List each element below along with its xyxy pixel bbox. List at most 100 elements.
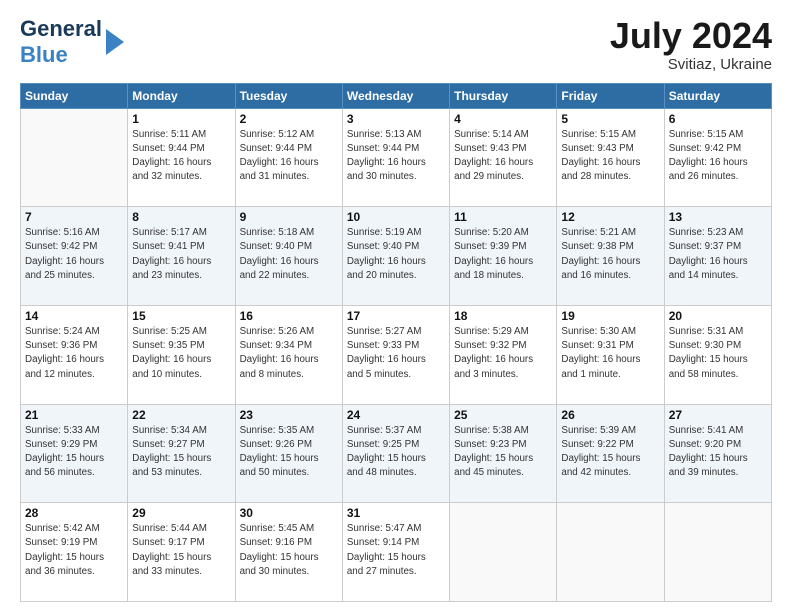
calendar-day-cell: 12Sunrise: 5:21 AM Sunset: 9:38 PM Dayli… [557, 207, 664, 306]
calendar-day-cell: 28 Sunrise: 5:42 AM Sunset: 9:19 PM Dayli… [21, 503, 128, 602]
day-number: 28 [25, 506, 123, 520]
day-info: Sunrise: 5:34 AM Sunset: 9:27 PM Dayligh… [132, 424, 230, 481]
calendar-week-row: 28 Sunrise: 5:42 AM Sunset: 9:19 PM Dayli… [21, 503, 772, 602]
page: General Blue July 2024 Svitiaz, Ukraine … [0, 0, 792, 612]
col-header-wednesday: Wednesday [342, 83, 449, 108]
logo-blue: Blue [20, 42, 68, 67]
col-header-saturday: Saturday [664, 83, 771, 108]
calendar-day-cell: 1Sunrise: 5:11 AM Sunset: 9:44 PM Daylig… [128, 108, 235, 207]
day-number: 25 [454, 408, 552, 422]
calendar-day-cell: 22Sunrise: 5:34 AM Sunset: 9:27 PM Dayli… [128, 404, 235, 503]
location-subtitle: Svitiaz, Ukraine [610, 56, 772, 73]
calendar-day-cell: 26Sunrise: 5:39 AM Sunset: 9:22 PM Dayli… [557, 404, 664, 503]
calendar-week-row: 7 Sunrise: 5:16 AM Sunset: 9:42 PM Daylig… [21, 207, 772, 306]
day-info: Sunrise: 5:29 AM Sunset: 9:32 PM Dayligh… [454, 325, 552, 382]
calendar-day-cell: 29Sunrise: 5:44 AM Sunset: 9:17 PM Dayli… [128, 503, 235, 602]
day-info: Sunrise: 5:24 AM Sunset: 9:36 PM Dayligh… [25, 325, 123, 382]
logo: General Blue [20, 16, 124, 68]
day-number: 27 [669, 408, 767, 422]
calendar-week-row: 21 Sunrise: 5:33 AM Sunset: 9:29 PM Dayli… [21, 404, 772, 503]
calendar-day-cell: 15Sunrise: 5:25 AM Sunset: 9:35 PM Dayli… [128, 305, 235, 404]
calendar-day-cell: 25 Sunrise: 5:38 AM Sunset: 9:23 PM Dayli… [450, 404, 557, 503]
day-info: Sunrise: 5:33 AM Sunset: 9:29 PM Dayligh… [25, 424, 123, 481]
day-number: 10 [347, 210, 445, 224]
day-number: 13 [669, 210, 767, 224]
day-info: Sunrise: 5:15 AM Sunset: 9:42 PM Dayligh… [669, 128, 767, 185]
day-number: 23 [240, 408, 338, 422]
day-number: 26 [561, 408, 659, 422]
day-info: Sunrise: 5:38 AM Sunset: 9:23 PM Dayligh… [454, 424, 552, 481]
calendar-day-cell: 13Sunrise: 5:23 AM Sunset: 9:37 PM Dayli… [664, 207, 771, 306]
day-number: 16 [240, 309, 338, 323]
calendar-day-cell: 14Sunrise: 5:24 AM Sunset: 9:36 PM Dayli… [21, 305, 128, 404]
day-info: Sunrise: 5:41 AM Sunset: 9:20 PM Dayligh… [669, 424, 767, 481]
day-info: Sunrise: 5:31 AM Sunset: 9:30 PM Dayligh… [669, 325, 767, 382]
calendar-day-cell [450, 503, 557, 602]
col-header-tuesday: Tuesday [235, 83, 342, 108]
col-header-sunday: Sunday [21, 83, 128, 108]
calendar-day-cell: 5 Sunrise: 5:15 AM Sunset: 9:43 PM Daylig… [557, 108, 664, 207]
month-year-title: July 2024 [610, 16, 772, 56]
day-number: 9 [240, 210, 338, 224]
calendar-day-cell: 21 Sunrise: 5:33 AM Sunset: 9:29 PM Dayli… [21, 404, 128, 503]
calendar-table: SundayMondayTuesdayWednesdayThursdayFrid… [20, 83, 772, 602]
calendar-day-cell: 27 Sunrise: 5:41 AM Sunset: 9:20 PM Dayli… [664, 404, 771, 503]
day-number: 19 [561, 309, 659, 323]
day-number: 5 [561, 112, 659, 126]
header: General Blue July 2024 Svitiaz, Ukraine [20, 16, 772, 73]
calendar-week-row: 1Sunrise: 5:11 AM Sunset: 9:44 PM Daylig… [21, 108, 772, 207]
day-number: 8 [132, 210, 230, 224]
calendar-day-cell: 11 Sunrise: 5:20 AM Sunset: 9:39 PM Dayli… [450, 207, 557, 306]
day-info: Sunrise: 5:15 AM Sunset: 9:43 PM Dayligh… [561, 128, 659, 185]
calendar-day-cell: 23Sunrise: 5:35 AM Sunset: 9:26 PM Dayli… [235, 404, 342, 503]
day-info: Sunrise: 5:45 AM Sunset: 9:16 PM Dayligh… [240, 522, 338, 579]
day-info: Sunrise: 5:19 AM Sunset: 9:40 PM Dayligh… [347, 226, 445, 283]
day-number: 6 [669, 112, 767, 126]
day-info: Sunrise: 5:16 AM Sunset: 9:42 PM Dayligh… [25, 226, 123, 283]
calendar-day-cell [557, 503, 664, 602]
day-info: Sunrise: 5:47 AM Sunset: 9:14 PM Dayligh… [347, 522, 445, 579]
day-info: Sunrise: 5:30 AM Sunset: 9:31 PM Dayligh… [561, 325, 659, 382]
calendar-day-cell: 19 Sunrise: 5:30 AM Sunset: 9:31 PM Dayli… [557, 305, 664, 404]
day-info: Sunrise: 5:11 AM Sunset: 9:44 PM Dayligh… [132, 128, 230, 185]
logo-general: General [20, 16, 102, 41]
calendar-day-cell: 7 Sunrise: 5:16 AM Sunset: 9:42 PM Daylig… [21, 207, 128, 306]
calendar-day-cell: 4Sunrise: 5:14 AM Sunset: 9:43 PM Daylig… [450, 108, 557, 207]
calendar-header-row: SundayMondayTuesdayWednesdayThursdayFrid… [21, 83, 772, 108]
calendar-day-cell: 17Sunrise: 5:27 AM Sunset: 9:33 PM Dayli… [342, 305, 449, 404]
calendar-day-cell: 24Sunrise: 5:37 AM Sunset: 9:25 PM Dayli… [342, 404, 449, 503]
day-number: 17 [347, 309, 445, 323]
calendar-day-cell: 2 Sunrise: 5:12 AM Sunset: 9:44 PM Daylig… [235, 108, 342, 207]
day-number: 31 [347, 506, 445, 520]
col-header-thursday: Thursday [450, 83, 557, 108]
day-info: Sunrise: 5:37 AM Sunset: 9:25 PM Dayligh… [347, 424, 445, 481]
day-info: Sunrise: 5:18 AM Sunset: 9:40 PM Dayligh… [240, 226, 338, 283]
calendar-day-cell: 30 Sunrise: 5:45 AM Sunset: 9:16 PM Dayli… [235, 503, 342, 602]
day-number: 21 [25, 408, 123, 422]
day-number: 7 [25, 210, 123, 224]
day-number: 2 [240, 112, 338, 126]
day-info: Sunrise: 5:17 AM Sunset: 9:41 PM Dayligh… [132, 226, 230, 283]
day-number: 20 [669, 309, 767, 323]
day-number: 29 [132, 506, 230, 520]
calendar-day-cell: 8 Sunrise: 5:17 AM Sunset: 9:41 PM Daylig… [128, 207, 235, 306]
calendar-day-cell: 20 Sunrise: 5:31 AM Sunset: 9:30 PM Dayli… [664, 305, 771, 404]
day-info: Sunrise: 5:25 AM Sunset: 9:35 PM Dayligh… [132, 325, 230, 382]
day-info: Sunrise: 5:42 AM Sunset: 9:19 PM Dayligh… [25, 522, 123, 579]
calendar-day-cell [21, 108, 128, 207]
calendar-day-cell: 31 Sunrise: 5:47 AM Sunset: 9:14 PM Dayli… [342, 503, 449, 602]
calendar-day-cell: 9 Sunrise: 5:18 AM Sunset: 9:40 PM Daylig… [235, 207, 342, 306]
calendar-day-cell: 16Sunrise: 5:26 AM Sunset: 9:34 PM Dayli… [235, 305, 342, 404]
title-area: July 2024 Svitiaz, Ukraine [610, 16, 772, 73]
day-info: Sunrise: 5:12 AM Sunset: 9:44 PM Dayligh… [240, 128, 338, 185]
logo-arrow-icon [106, 29, 124, 55]
day-info: Sunrise: 5:20 AM Sunset: 9:39 PM Dayligh… [454, 226, 552, 283]
day-number: 11 [454, 210, 552, 224]
day-number: 30 [240, 506, 338, 520]
col-header-friday: Friday [557, 83, 664, 108]
calendar-day-cell: 10 Sunrise: 5:19 AM Sunset: 9:40 PM Dayli… [342, 207, 449, 306]
day-info: Sunrise: 5:21 AM Sunset: 9:38 PM Dayligh… [561, 226, 659, 283]
day-info: Sunrise: 5:13 AM Sunset: 9:44 PM Dayligh… [347, 128, 445, 185]
calendar-week-row: 14Sunrise: 5:24 AM Sunset: 9:36 PM Dayli… [21, 305, 772, 404]
calendar-day-cell: 3Sunrise: 5:13 AM Sunset: 9:44 PM Daylig… [342, 108, 449, 207]
